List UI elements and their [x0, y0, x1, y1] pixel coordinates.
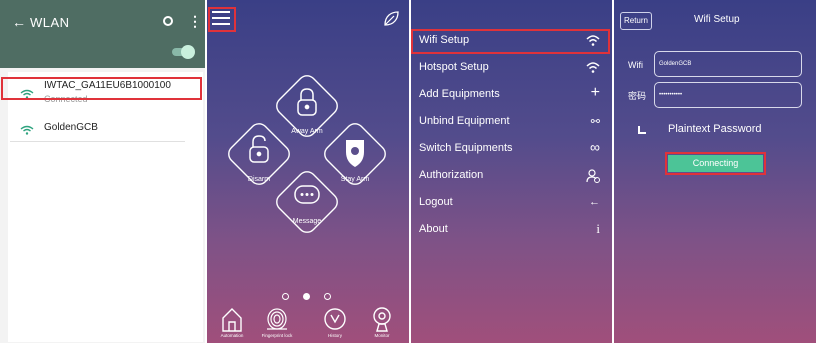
network-item[interactable]: GoldenGCB [8, 112, 188, 148]
page-dot[interactable] [282, 293, 289, 300]
wlan-toggle[interactable] [172, 45, 195, 59]
plus-icon: + [590, 84, 600, 101]
divider [10, 141, 185, 142]
wlan-header: ← WLAN ⋮ [0, 0, 205, 68]
return-button[interactable]: Return [620, 12, 652, 30]
menu-item-unbind-equipment[interactable]: Unbind Equipment ⚯ [411, 109, 612, 135]
plaintext-password-label: Plaintext Password [668, 123, 762, 135]
menu-item-label: Authorization [419, 169, 484, 181]
nav-label: Monitor [374, 333, 390, 338]
more-options-icon[interactable]: ⋮ [188, 13, 202, 30]
menu-item-hotspot-setup[interactable]: Hotspot Setup [411, 55, 612, 81]
nav-history[interactable]: History [310, 305, 360, 338]
add-user-icon [586, 169, 600, 183]
message-bubble-icon [294, 185, 320, 204]
wifi-field-label: Wifi [628, 60, 643, 70]
password-field[interactable]: ••••••••••• [654, 82, 802, 108]
fingerprint-icon [267, 308, 287, 330]
highlight-box [411, 29, 610, 54]
arrow-left-icon: ← [589, 196, 600, 208]
network-list: IWTAC_GA11EU6B1000100 Connected GoldenGC… [8, 72, 203, 342]
padlock-open-icon [249, 135, 269, 163]
back-arrow-icon[interactable]: ← [12, 14, 26, 30]
page-title: WLAN [30, 15, 70, 30]
menu-item-label: Hotspot Setup [419, 61, 489, 73]
shield-icon [346, 140, 364, 167]
wlan-screen: ← WLAN ⋮ IWTAC_GA11EU6B1000100 Connected [0, 0, 205, 343]
nav-automation[interactable]: Automation [207, 305, 257, 338]
away-arm-label: Away Arm [291, 128, 323, 135]
wifi-name-field[interactable]: GoldenGCB [654, 51, 802, 77]
side-menu: Wifi Setup Hotspot Setup Add Equipments … [411, 0, 612, 343]
menu-item-switch-equipments[interactable]: Switch Equipments ∞ [411, 136, 612, 162]
wifi-setup-screen: Return Wifi Setup Wifi GoldenGCB 密码 ••••… [614, 0, 816, 343]
nav-fingerprint[interactable]: Fingerprint lock [252, 305, 302, 338]
camera-icon [373, 307, 391, 332]
info-icon: i [596, 221, 600, 236]
page-dot-active[interactable] [303, 293, 310, 300]
bottom-navigation: Automation Fingerprint lock History Moni… [207, 305, 409, 343]
network-name: GoldenGCB [44, 122, 98, 133]
leaf-icon[interactable] [382, 10, 400, 28]
home-icon [222, 308, 242, 332]
nav-label: Automation [220, 333, 244, 338]
padlock-closed-icon [297, 88, 317, 116]
menu-item-add-equipments[interactable]: Add Equipments + [411, 82, 612, 108]
message-label: Message [292, 218, 322, 225]
menu-item-label: Unbind Equipment [419, 115, 510, 127]
password-field-label: 密码 [628, 91, 647, 101]
page-title: Wifi Setup [694, 14, 740, 25]
home-screen: Away Arm Disarm Stay Arm Message Automat… [207, 0, 409, 343]
menu-item-logout[interactable]: Logout ← [411, 190, 612, 216]
wifi-icon [20, 125, 34, 135]
infinity-icon: ∞ [590, 139, 600, 155]
disarm-label: Disarm [247, 176, 271, 183]
menu-item-label: Logout [419, 196, 453, 208]
menu-item-label: Switch Equipments [419, 142, 513, 154]
nav-label: Fingerprint lock [261, 333, 293, 338]
menu-item-authorization[interactable]: Authorization [411, 163, 612, 189]
wifi-icon [586, 62, 600, 73]
unlink-icon: ⚯ [590, 116, 600, 128]
search-icon[interactable] [163, 16, 173, 26]
stay-arm-label: Stay Arm [340, 176, 370, 183]
menu-item-label: About [419, 223, 448, 235]
menu-item-about[interactable]: About i [411, 217, 612, 243]
history-icon [324, 308, 346, 330]
screenshot-root: ← WLAN ⋮ IWTAC_GA11EU6B1000100 Connected [0, 0, 816, 343]
nav-monitor[interactable]: Monitor [357, 305, 407, 338]
menu-item-label: Add Equipments [419, 88, 500, 100]
page-dot[interactable] [324, 293, 331, 300]
nav-label: History [327, 333, 342, 338]
highlight-box [665, 152, 766, 175]
highlight-box [1, 77, 202, 100]
highlight-box [208, 7, 236, 32]
page-indicator [282, 293, 332, 301]
plaintext-checkbox[interactable] [638, 126, 646, 134]
